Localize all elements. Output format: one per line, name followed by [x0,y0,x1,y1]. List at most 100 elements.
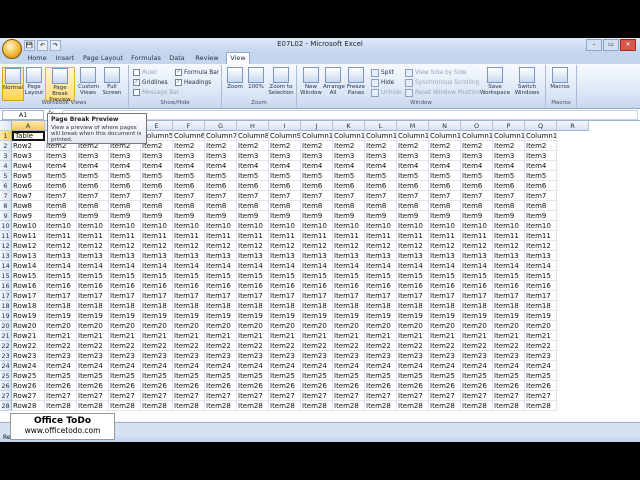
item-cell[interactable]: Item19 [109,311,141,321]
item-cell[interactable]: Item14 [333,261,365,271]
item-cell[interactable]: Item7 [429,191,461,201]
row-header[interactable]: 3 [0,151,12,161]
tab-data[interactable]: Data [166,53,188,64]
formula-bar-checkbox[interactable]: ✓ Formula Bar [175,69,219,76]
row-label-cell[interactable]: Row24 [12,361,45,371]
item-cell[interactable]: Item22 [205,341,237,351]
ruler-checkbox[interactable]: Ruler [133,69,157,76]
row-label-cell[interactable]: Row23 [12,351,45,361]
item-cell[interactable]: Item4 [365,161,397,171]
item-cell[interactable]: Item19 [461,311,493,321]
item-cell[interactable]: Item16 [205,281,237,291]
item-cell[interactable]: Item17 [429,291,461,301]
item-cell[interactable]: Item23 [77,351,109,361]
item-cell[interactable]: Item10 [333,221,365,231]
item-cell[interactable]: Item10 [237,221,269,231]
item-cell[interactable]: Item23 [269,351,301,361]
item-cell[interactable]: Item10 [525,221,557,231]
item-cell[interactable]: Item24 [429,361,461,371]
item-cell[interactable]: Item21 [461,331,493,341]
header-cell[interactable]: Column17 [525,131,557,141]
column-header-f[interactable]: F [173,121,205,131]
item-cell[interactable]: Item17 [45,291,77,301]
item-cell[interactable]: Item18 [77,301,109,311]
item-cell[interactable]: Item16 [493,281,525,291]
item-cell[interactable]: Item10 [77,221,109,231]
item-cell[interactable]: Item14 [493,261,525,271]
item-cell[interactable]: Item12 [461,241,493,251]
item-cell[interactable]: Item22 [269,341,301,351]
item-cell[interactable]: Item8 [397,201,429,211]
item-cell[interactable]: Item6 [141,181,173,191]
item-cell[interactable]: Item5 [397,171,429,181]
item-cell[interactable]: Item26 [301,381,333,391]
row-label-cell[interactable]: Row9 [12,211,45,221]
item-cell[interactable]: Item3 [109,151,141,161]
item-cell[interactable]: Item19 [525,311,557,321]
item-cell[interactable]: Item14 [269,261,301,271]
item-cell[interactable]: Item9 [365,211,397,221]
item-cell[interactable]: Item20 [269,321,301,331]
item-cell[interactable]: Item26 [141,381,173,391]
item-cell[interactable]: Item15 [365,271,397,281]
item-cell[interactable]: Item27 [237,391,269,401]
item-cell[interactable]: Item7 [461,191,493,201]
synchronous-scrolling-button[interactable]: Synchronous Scrolling [405,79,479,87]
item-cell[interactable]: Item17 [77,291,109,301]
row-header[interactable]: 19 [0,311,12,321]
item-cell[interactable]: Item25 [109,371,141,381]
item-cell[interactable]: Item14 [109,261,141,271]
header-cell[interactable]: Column15 [461,131,493,141]
item-cell[interactable]: Item24 [77,361,109,371]
row-header[interactable]: 28 [0,401,12,411]
item-cell[interactable]: Item23 [365,351,397,361]
item-cell[interactable]: Item2 [365,141,397,151]
item-cell[interactable]: Item24 [173,361,205,371]
freeze-panes-button[interactable]: Freeze Panes [345,67,367,99]
item-cell[interactable]: Item28 [173,401,205,411]
row-header[interactable]: 15 [0,271,12,281]
item-cell[interactable]: Item7 [525,191,557,201]
item-cell[interactable]: Item15 [493,271,525,281]
item-cell[interactable]: Item19 [493,311,525,321]
item-cell[interactable]: Item7 [77,191,109,201]
row-label-cell[interactable]: Row27 [12,391,45,401]
item-cell[interactable]: Item3 [429,151,461,161]
item-cell[interactable]: Item6 [301,181,333,191]
item-cell[interactable]: Item12 [397,241,429,251]
item-cell[interactable]: Item20 [397,321,429,331]
item-cell[interactable]: Item9 [333,211,365,221]
item-cell[interactable]: Item21 [173,331,205,341]
item-cell[interactable]: Item7 [365,191,397,201]
item-cell[interactable]: Item21 [333,331,365,341]
item-cell[interactable]: Item21 [237,331,269,341]
item-cell[interactable]: Item13 [77,251,109,261]
tab-insert[interactable]: Insert [52,53,78,64]
item-cell[interactable]: Item28 [269,401,301,411]
item-cell[interactable]: Item24 [493,361,525,371]
item-cell[interactable]: Item4 [397,161,429,171]
row-header[interactable]: 5 [0,171,12,181]
item-cell[interactable]: Item10 [269,221,301,231]
item-cell[interactable]: Item21 [397,331,429,341]
header-cell[interactable]: Column14 [429,131,461,141]
item-cell[interactable]: Item6 [461,181,493,191]
column-header-p[interactable]: P [493,121,525,131]
item-cell[interactable]: Item24 [333,361,365,371]
item-cell[interactable]: Item2 [525,141,557,151]
item-cell[interactable]: Item18 [429,301,461,311]
item-cell[interactable]: Item6 [397,181,429,191]
item-cell[interactable]: Item3 [173,151,205,161]
item-cell[interactable]: Item22 [77,341,109,351]
item-cell[interactable]: Item12 [301,241,333,251]
row-header[interactable]: 16 [0,281,12,291]
item-cell[interactable]: Item16 [333,281,365,291]
row-header[interactable]: 18 [0,301,12,311]
row-header[interactable]: 11 [0,231,12,241]
full-screen-button[interactable]: Full Screen [102,67,122,99]
row-label-cell[interactable]: Row13 [12,251,45,261]
item-cell[interactable]: Item21 [365,331,397,341]
office-button[interactable] [2,39,22,59]
item-cell[interactable]: Item7 [493,191,525,201]
macros-button[interactable]: Macros [550,67,570,99]
